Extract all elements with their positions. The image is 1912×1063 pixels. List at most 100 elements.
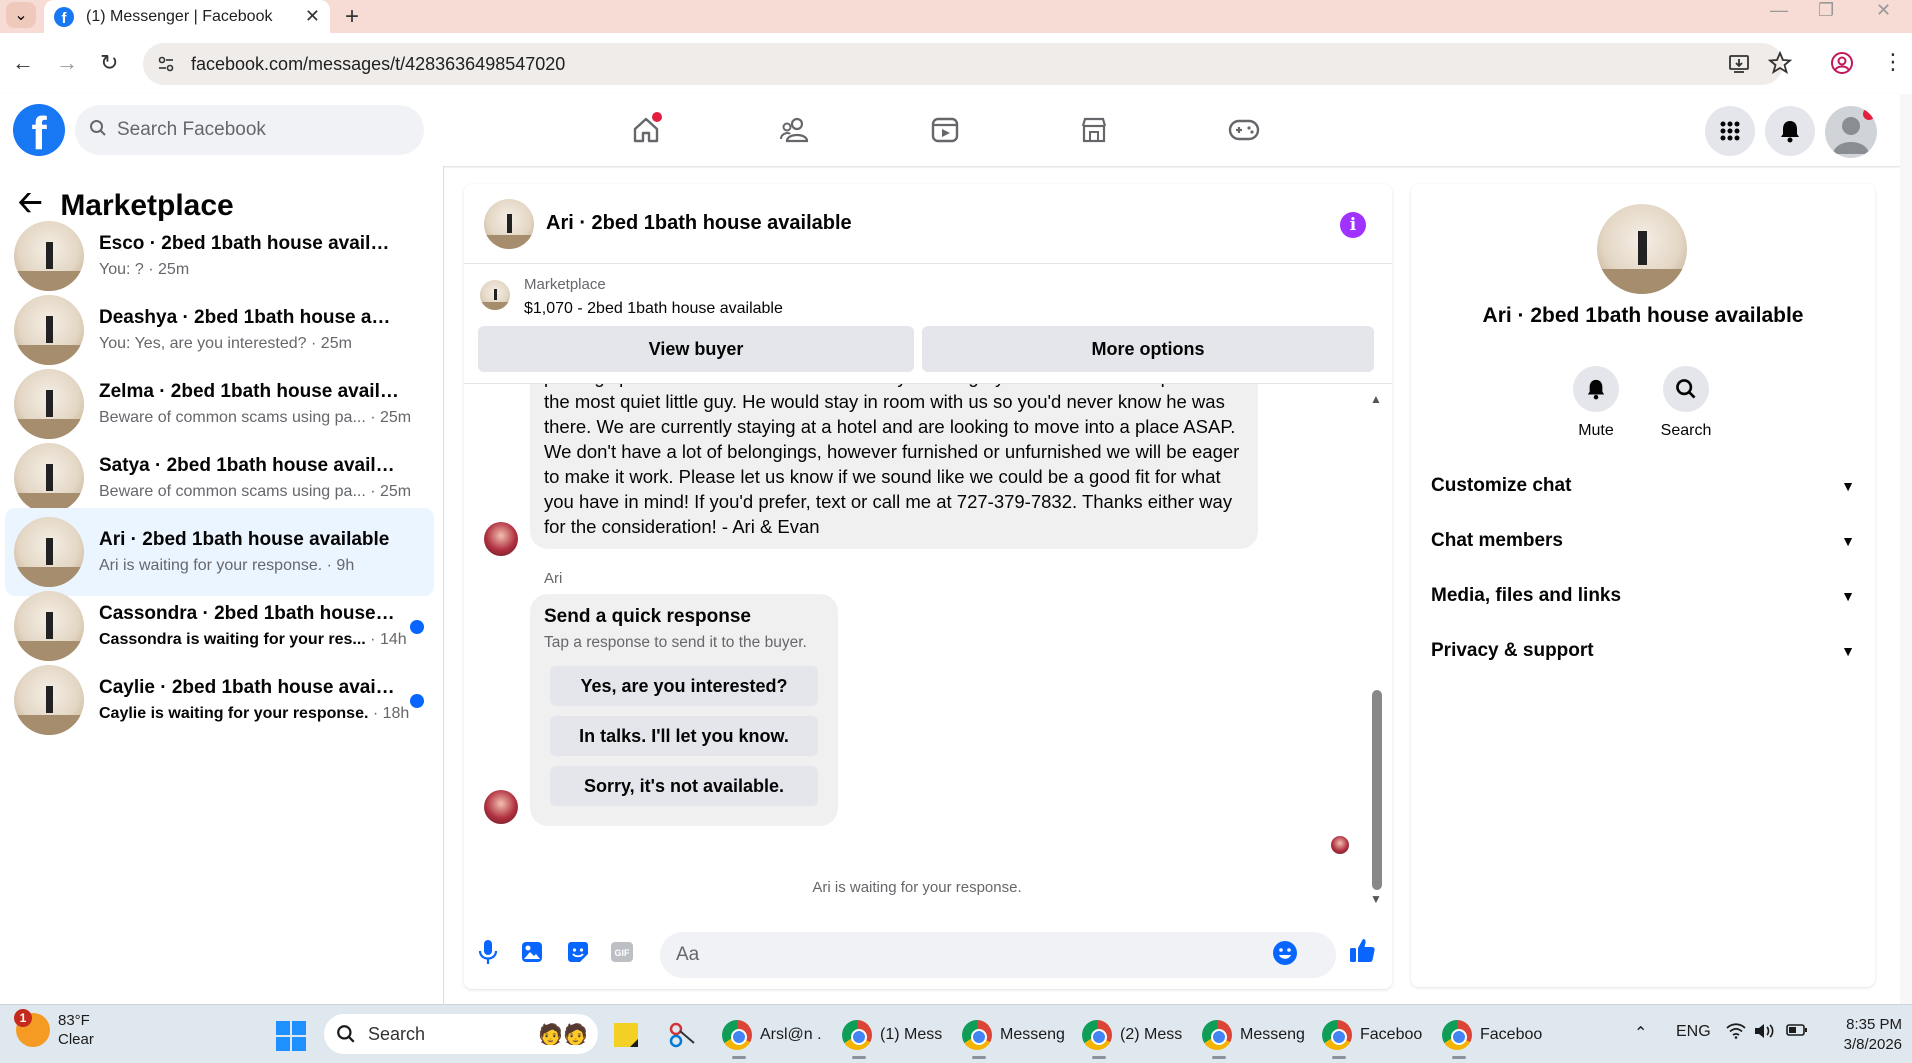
site-settings-icon[interactable]	[155, 53, 177, 75]
customize-chat-section[interactable]: Customize chat ▼	[1431, 466, 1855, 506]
scroll-up-arrow-icon[interactable]: ▲	[1370, 392, 1382, 406]
quick-reply-not-available[interactable]: Sorry, it's not available.	[550, 766, 818, 806]
facebook-logo[interactable]: f	[13, 104, 65, 156]
conversation-time: · 25m	[306, 335, 352, 352]
message-input-box[interactable]	[660, 932, 1336, 978]
privacy-support-section[interactable]: Privacy & support ▼	[1431, 631, 1855, 671]
account-avatar[interactable]	[1825, 106, 1877, 158]
taskbar-chrome-window[interactable]: Messeng	[962, 1017, 1065, 1059]
facebook-search-box[interactable]	[75, 105, 424, 155]
search-icon[interactable]	[1663, 366, 1709, 412]
more-options-button[interactable]: More options	[922, 326, 1374, 372]
marketplace-label: Marketplace	[524, 276, 606, 293]
chat-scrollbar[interactable]	[1372, 690, 1382, 890]
home-nav-icon[interactable]	[618, 102, 674, 158]
sender-avatar[interactable]	[484, 790, 518, 824]
taskbar-chrome-window[interactable]: Arsl@n .	[722, 1017, 822, 1059]
close-window-button[interactable]: ✕	[1876, 0, 1891, 22]
tray-chevron-up-icon[interactable]: ⌃	[1634, 1023, 1647, 1043]
windows-taskbar: 1 83°F Clear Search 🧑🧑 Arsl@n . (1) Mess M…	[0, 1004, 1912, 1063]
video-nav-icon[interactable]	[917, 102, 973, 158]
listing-photo[interactable]	[1597, 204, 1687, 294]
battery-icon[interactable]	[1786, 1023, 1808, 1042]
running-indicator	[1212, 1056, 1226, 1059]
conversation-preview: Ari is waiting for your response. · 9h	[99, 557, 355, 574]
taskbar-window-label: Faceboo	[1360, 1026, 1423, 1043]
menu-grid-button[interactable]	[1705, 106, 1755, 156]
conversation-name: Deashya · 2bed 1bath house availa...	[99, 307, 399, 328]
taskbar-search-label: Search	[368, 1023, 426, 1044]
minimize-button[interactable]: —	[1770, 0, 1788, 22]
clock-date: 3/8/2026	[1843, 1036, 1902, 1053]
info-icon[interactable]: i	[1340, 212, 1366, 238]
wifi-icon[interactable]	[1726, 1023, 1746, 1044]
taskbar-chrome-window[interactable]: Messeng	[1202, 1017, 1305, 1059]
message-input[interactable]	[676, 944, 1266, 966]
conversation-time: · 14h	[365, 631, 407, 648]
taskbar-chrome-window[interactable]: (2) Mess	[1082, 1017, 1182, 1059]
quick-reply-in-talks[interactable]: In talks. I'll let you know.	[550, 716, 818, 756]
conversation-time: · 25m	[143, 261, 190, 278]
windows-start-icon[interactable]	[276, 1021, 306, 1051]
chat-members-section[interactable]: Chat members ▼	[1431, 521, 1855, 561]
thumbs-up-icon[interactable]	[1348, 936, 1376, 964]
photo-icon[interactable]	[518, 938, 546, 966]
browser-tab[interactable]: f (1) Messenger | Facebook ✕	[44, 0, 330, 33]
close-tab-icon[interactable]: ✕	[305, 6, 320, 27]
taskbar-search[interactable]: Search 🧑🧑	[324, 1014, 598, 1054]
tab-search-dropdown[interactable]: ⌄	[6, 2, 36, 28]
profile-icon[interactable]	[1830, 51, 1854, 74]
search-action[interactable]: Search	[1646, 366, 1726, 440]
system-clock[interactable]: 8:35 PM 3/8/2026	[1812, 1015, 1902, 1055]
taskbar-window-label: Messeng	[1000, 1026, 1065, 1043]
listing-price-title[interactable]: $1,070 - 2bed 1bath house available	[524, 300, 783, 318]
install-app-icon[interactable]	[1728, 53, 1750, 75]
conversation-thumbnail	[14, 665, 84, 735]
scroll-down-arrow-icon[interactable]: ▼	[1370, 892, 1382, 906]
gaming-nav-icon[interactable]	[1216, 102, 1272, 158]
weather-widget[interactable]: 1 83°F Clear	[14, 1009, 94, 1049]
marketplace-nav-icon[interactable]	[1066, 102, 1122, 158]
reload-button[interactable]: ↻	[100, 50, 118, 76]
sticker-icon[interactable]	[564, 938, 592, 966]
bookmark-star-icon[interactable]	[1767, 50, 1793, 74]
sticky-notes-icon[interactable]	[612, 1017, 640, 1053]
chevron-down-icon: ▼	[1841, 588, 1855, 604]
language-indicator[interactable]: ENG	[1676, 1023, 1711, 1041]
sender-avatar[interactable]	[484, 522, 518, 556]
friends-nav-icon[interactable]	[767, 102, 823, 158]
chrome-icon	[722, 1020, 752, 1050]
microphone-icon[interactable]	[474, 938, 502, 966]
volume-icon[interactable]	[1754, 1023, 1776, 1044]
running-indicator	[852, 1056, 866, 1059]
snipping-tool-icon[interactable]	[668, 1017, 696, 1053]
conversation-thumbnail	[14, 369, 84, 439]
view-buyer-button[interactable]: View buyer	[478, 326, 914, 372]
address-bar[interactable]: facebook.com/messages/t/4283636498547020	[143, 43, 1783, 85]
forward-button[interactable]: →	[56, 50, 78, 76]
taskbar-chrome-window[interactable]: Faceboo	[1442, 1017, 1542, 1059]
people-search-highlight-icon: 🧑🧑	[538, 1023, 588, 1046]
conversation-thumbnail	[14, 295, 84, 365]
info-panel-name: Ari · 2bed 1bath house available	[1482, 304, 1804, 327]
notifications-button[interactable]	[1765, 106, 1815, 156]
taskbar-chrome-window[interactable]: (1) Mess	[842, 1017, 942, 1059]
gif-icon[interactable]: GIF	[608, 938, 636, 966]
mute-action[interactable]: Mute	[1556, 366, 1636, 440]
browser-menu-icon[interactable]: ⋮	[1882, 49, 1904, 74]
listing-thumbnail[interactable]	[484, 198, 534, 249]
taskbar-chrome-window[interactable]: Faceboo	[1322, 1017, 1423, 1059]
taskbar-window-label: Messeng	[1240, 1026, 1305, 1043]
media-files-links-section[interactable]: Media, files and links ▼	[1431, 576, 1855, 616]
back-button[interactable]: ←	[12, 50, 34, 76]
conversation-item[interactable]: Caylie · 2bed 1bath house availa... Cayli…	[5, 656, 434, 744]
new-tab-button[interactable]: +	[345, 0, 359, 33]
emoji-icon[interactable]	[1272, 940, 1298, 971]
bell-icon[interactable]	[1573, 366, 1619, 412]
marketplace-listing-bar: Marketplace $1,070 - 2bed 1bath house av…	[464, 264, 1392, 384]
page-scrollbar[interactable]	[1900, 94, 1912, 1004]
quick-reply-interested[interactable]: Yes, are you interested?	[550, 666, 818, 706]
restore-button[interactable]: ❐	[1818, 0, 1834, 22]
chat-title[interactable]: Ari · 2bed 1bath house available	[546, 212, 852, 235]
search-input[interactable]	[117, 119, 397, 141]
